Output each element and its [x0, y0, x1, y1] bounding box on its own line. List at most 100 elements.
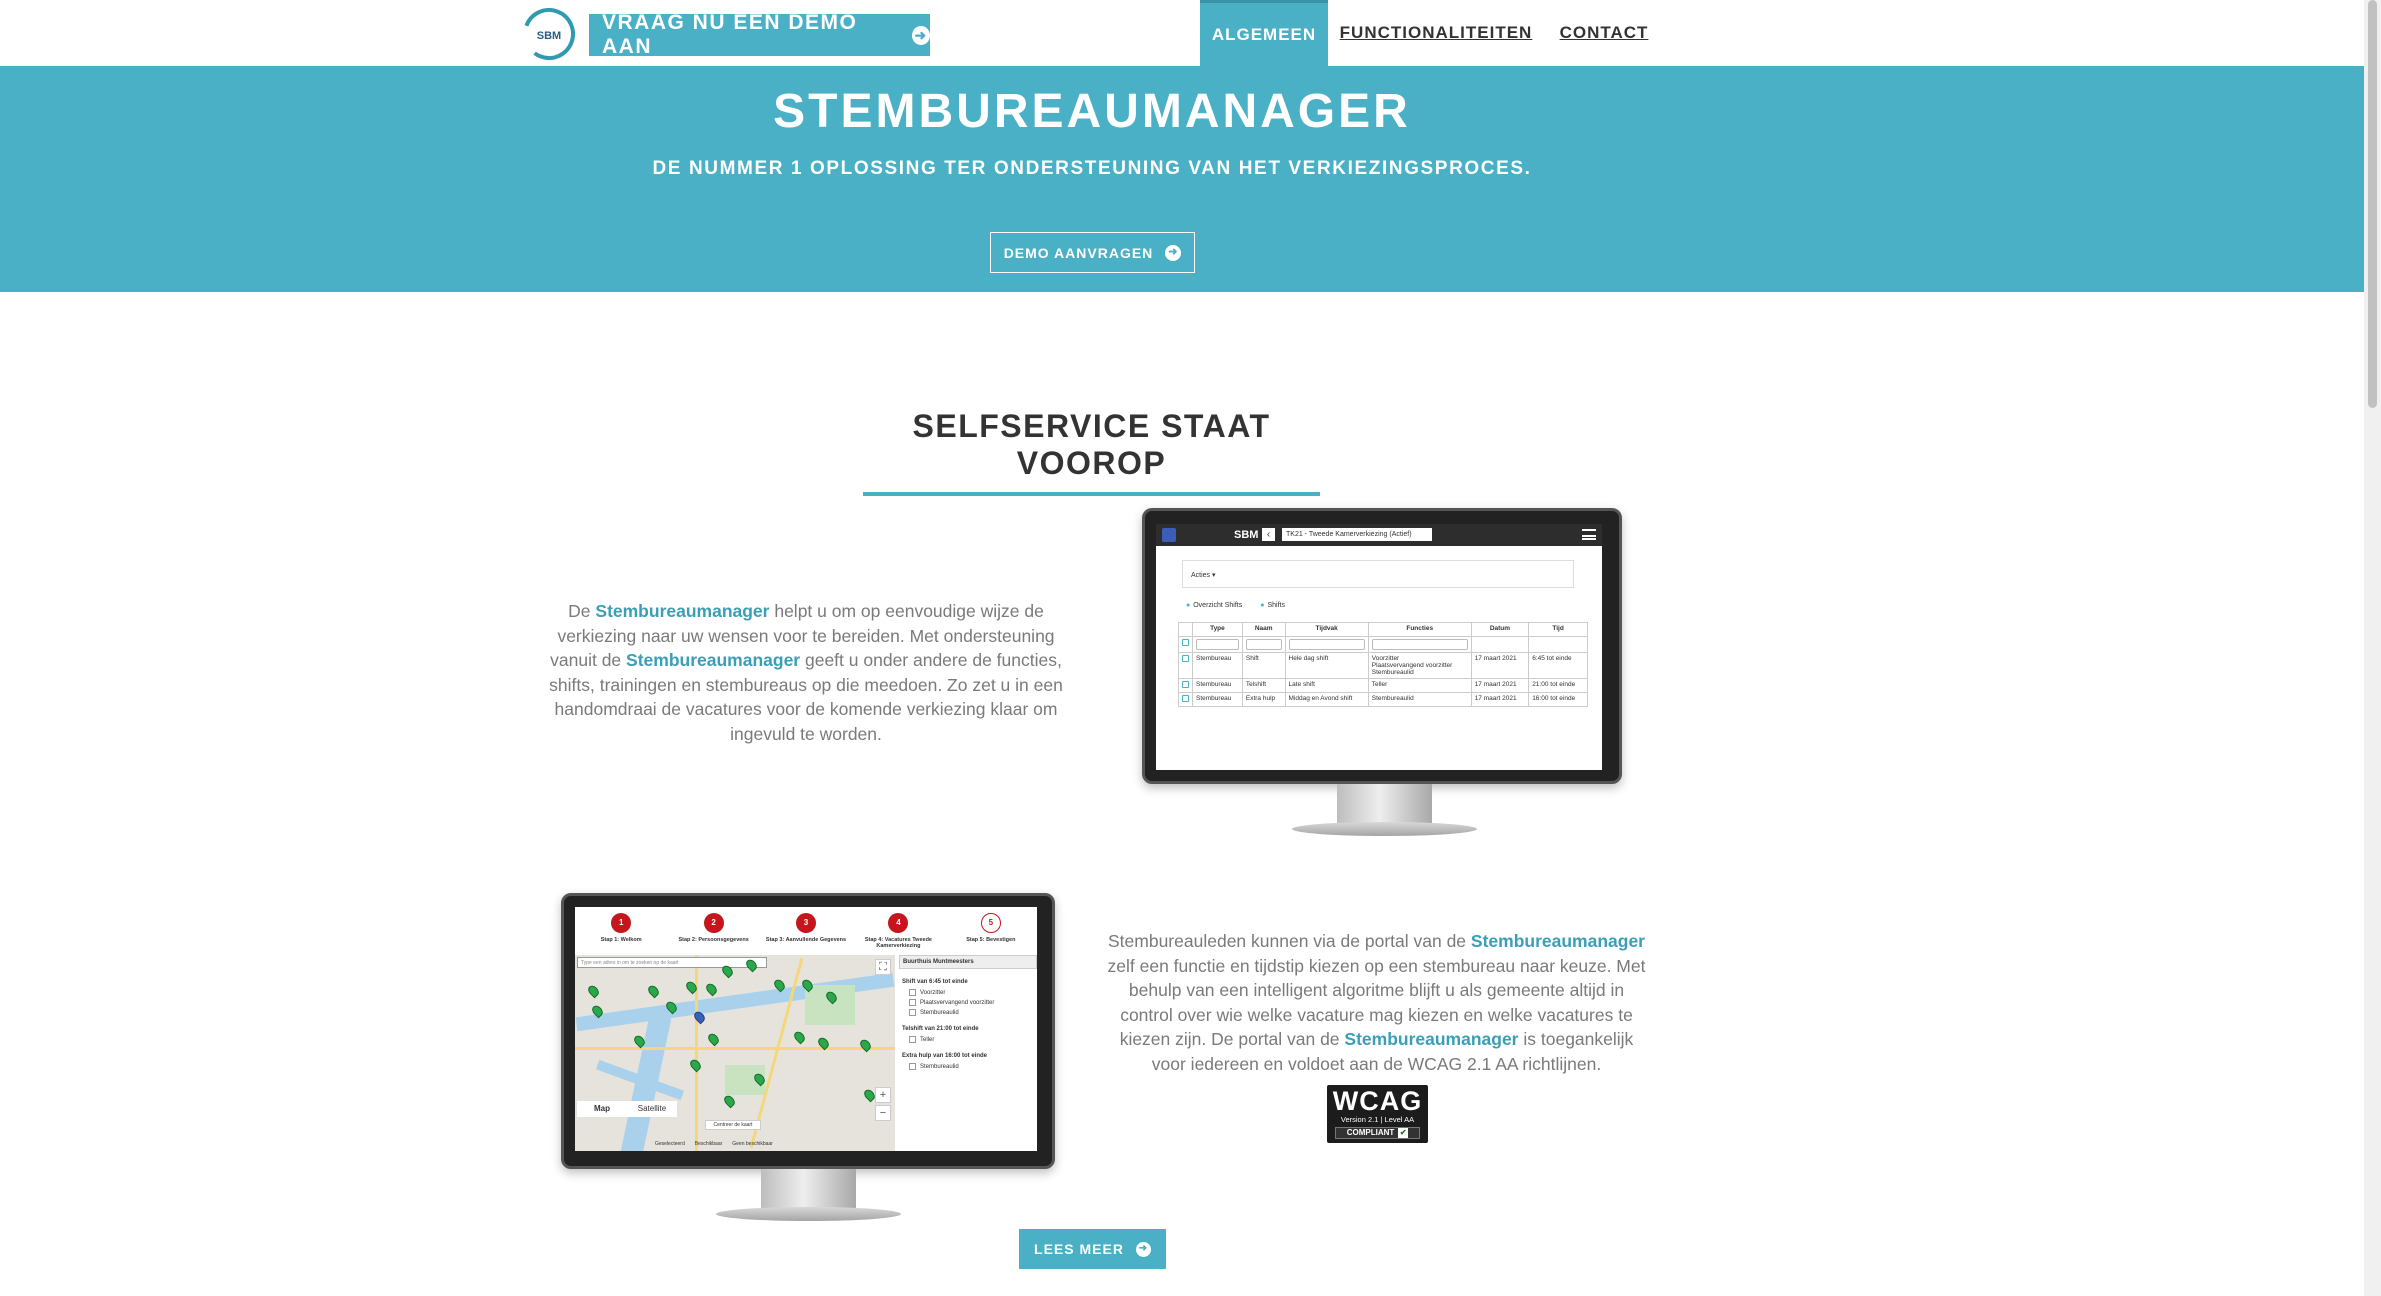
- table-cell: Late shift: [1284, 678, 1369, 693]
- product-link[interactable]: Stembureaumanager: [595, 601, 769, 621]
- app-name: SBM: [1234, 529, 1259, 541]
- function-item: Stembureaulid: [1371, 695, 1414, 702]
- wizard-steps: 1 Stap 1: Welkom 2 Stap 2: Persoonsgegeven…: [575, 907, 1037, 953]
- lees-meer-button[interactable]: LEES MEER ➜: [1019, 1229, 1166, 1269]
- wcag-badge: WCAG Version 2.1 | Level AA COMPLIANT ✔: [1327, 1085, 1428, 1143]
- hero-subtitle: DE NUMMER 1 OPLOSSING TER ONDERSTEUNING …: [652, 158, 1532, 179]
- table-cell: [1178, 692, 1193, 707]
- arrow-right-circle-icon: ➜: [1165, 244, 1182, 261]
- column-header: Tijdvak: [1284, 622, 1369, 637]
- tab-overzicht-shifts: Overzicht Shifts: [1186, 602, 1242, 609]
- step-number: 2: [703, 913, 724, 933]
- map-road: [575, 1047, 895, 1050]
- request-demo-label: VRAAG NU EEN DEMO AAN: [602, 11, 858, 58]
- table-cell: Middag en Avond shift: [1284, 692, 1369, 707]
- column-header: Datum: [1470, 622, 1530, 637]
- shift-group-title: Extra hulp van 16:00 tot einde: [902, 1053, 988, 1059]
- intro-paragraph: De Stembureaumanager helpt u om op eenvo…: [538, 599, 1074, 746]
- wcag-title: WCAG: [1332, 1086, 1423, 1116]
- column-header: Tijd: [1528, 622, 1588, 637]
- table-cell: Extra hulp: [1241, 692, 1286, 707]
- monitor-admin-screenshot: SBM ‹ TK21 - Tweede Kamerverkiezing (Act…: [1142, 508, 1622, 844]
- table-cell: 17 maart 2021: [1470, 652, 1530, 679]
- column-header: [1178, 622, 1193, 637]
- table-cell: [1178, 636, 1193, 653]
- hero-title: STEMBUREAUMANAGER: [773, 85, 1411, 138]
- checkbox: [1182, 655, 1189, 662]
- arrow-right-circle-icon: ➜: [911, 25, 930, 45]
- shifts-table: Type Naam Tijdvak Functies Datum Tijd St…: [1178, 622, 1588, 707]
- table-cell: 21:00 tot einde: [1528, 678, 1588, 693]
- table-cell: 17 maart 2021: [1470, 692, 1530, 707]
- nav-contact[interactable]: CONTACT: [1546, 0, 1662, 66]
- option-label: Stembureaulid: [920, 1063, 959, 1070]
- election-select: TK21 - Tweede Kamerverkiezing (Actief): [1282, 528, 1432, 541]
- option-label: Voorzitter: [920, 989, 946, 996]
- table-cell: [1178, 652, 1193, 679]
- section-title: SELFSERVICE STAAT VOOROP: [863, 408, 1320, 496]
- option-label: Stembureaulid: [920, 1009, 959, 1016]
- step-number: 5: [980, 913, 1001, 933]
- request-demo-button[interactable]: VRAAG NU EEN DEMO AAN ➜: [589, 11, 930, 58]
- shift-option: Plaatsvervangend voorzitter: [909, 999, 1027, 1006]
- admin-screen: SBM ‹ TK21 - Tweede Kamerverkiezing (Act…: [1156, 524, 1602, 770]
- filter-row: [1178, 636, 1588, 653]
- table-cell: Stembureau: [1192, 652, 1243, 679]
- tab-shifts: Shifts: [1260, 602, 1285, 609]
- checkbox: [909, 1009, 916, 1016]
- table-cell: [1528, 636, 1588, 653]
- wizard-step: 2 Stap 2: Persoonsgegevens: [667, 907, 759, 953]
- step-label: Stap 4: Vacatures Tweede Kamerverkiezing: [864, 937, 932, 949]
- product-link[interactable]: Stembureaumanager: [1344, 1029, 1518, 1049]
- checkbox: [1182, 681, 1189, 688]
- map-pin-icon: [706, 1031, 721, 1047]
- map-type-toggle: Map Satellite: [577, 1101, 677, 1117]
- monitor-portal-screenshot: 1 Stap 1: Welkom 2 Stap 2: Persoonsgegeven…: [561, 893, 1061, 1229]
- step-label: Stap 5: Bevestigen: [966, 937, 1016, 943]
- table-cell: Stembureau: [1192, 692, 1243, 707]
- map-pin-icon: [688, 1057, 703, 1073]
- table-cell: 16:00 tot einde: [1528, 692, 1588, 707]
- product-link[interactable]: Stembureaumanager: [626, 650, 800, 670]
- function-item: Voorzitter: [1371, 655, 1400, 662]
- table-cell: Stembureaulid: [1367, 692, 1472, 707]
- hamburger-menu-icon: [1582, 529, 1596, 540]
- nav-algemeen[interactable]: ALGEMEEN: [1200, 0, 1328, 66]
- wizard-step: 4 Stap 4: Vacatures Tweede Kamerverkiezin…: [852, 907, 944, 953]
- map-pin-icon: [792, 1029, 807, 1045]
- portal-paragraph: Stembureauleden kunnen via de portal van…: [1106, 929, 1647, 1076]
- app-icon: [1162, 528, 1176, 542]
- scrollbar-thumb[interactable]: [2368, 0, 2377, 408]
- checkbox: [909, 1036, 916, 1043]
- table-cell: 6:45 tot einde: [1528, 652, 1588, 679]
- shift-option: Teller: [909, 1036, 1027, 1043]
- arrow-right-circle-icon: ➜: [1135, 1241, 1151, 1257]
- shift-option: Stembureaulid: [909, 1063, 1027, 1070]
- page-scrollbar[interactable]: [2364, 0, 2381, 1296]
- hero-banner: STEMBUREAUMANAGER DE NUMMER 1 OPLOSSING …: [0, 66, 2364, 292]
- function-item: Plaatsvervangend voorzitter: [1371, 662, 1453, 669]
- sbm-logo[interactable]: SBM: [523, 8, 575, 60]
- product-link[interactable]: Stembureaumanager: [1471, 931, 1645, 951]
- table-cell: Telshift: [1241, 678, 1286, 693]
- legend-item: Beschikbaar: [694, 1141, 723, 1147]
- table-cell: [1284, 636, 1369, 653]
- step-number: 4: [888, 913, 909, 933]
- zoom-out-icon: −: [875, 1105, 891, 1121]
- text: De: [568, 601, 596, 621]
- table-header: Type Naam Tijdvak Functies Datum Tijd: [1178, 622, 1588, 637]
- polling-station-panel: Buurthuis Muntmeesters Shift van 6:45 to…: [899, 955, 1037, 1151]
- demo-aanvragen-button[interactable]: DEMO AANVRAGEN ➜: [990, 232, 1195, 273]
- filter-select: [1288, 639, 1365, 650]
- checkbox: [1182, 695, 1189, 702]
- nav-functionaliteiten[interactable]: FUNCTIONALITEITEN: [1336, 0, 1536, 66]
- lees-meer-label: LEES MEER: [1034, 1241, 1124, 1257]
- column-header: Naam: [1241, 622, 1286, 637]
- map-pin-icon: [586, 983, 601, 999]
- wizard-step: 5 Stap 5: Bevestigen: [945, 907, 1037, 953]
- function-item: Teller: [1371, 681, 1388, 688]
- column-header: Type: [1192, 622, 1243, 637]
- checkmark-icon: ✔: [1398, 1128, 1409, 1138]
- top-navigation: SBM VRAAG NU EEN DEMO AAN ➜ ALGEMEEN FUN…: [0, 0, 2364, 66]
- table-row: Stembureau Extra hulp Middag en Avond sh…: [1178, 692, 1588, 707]
